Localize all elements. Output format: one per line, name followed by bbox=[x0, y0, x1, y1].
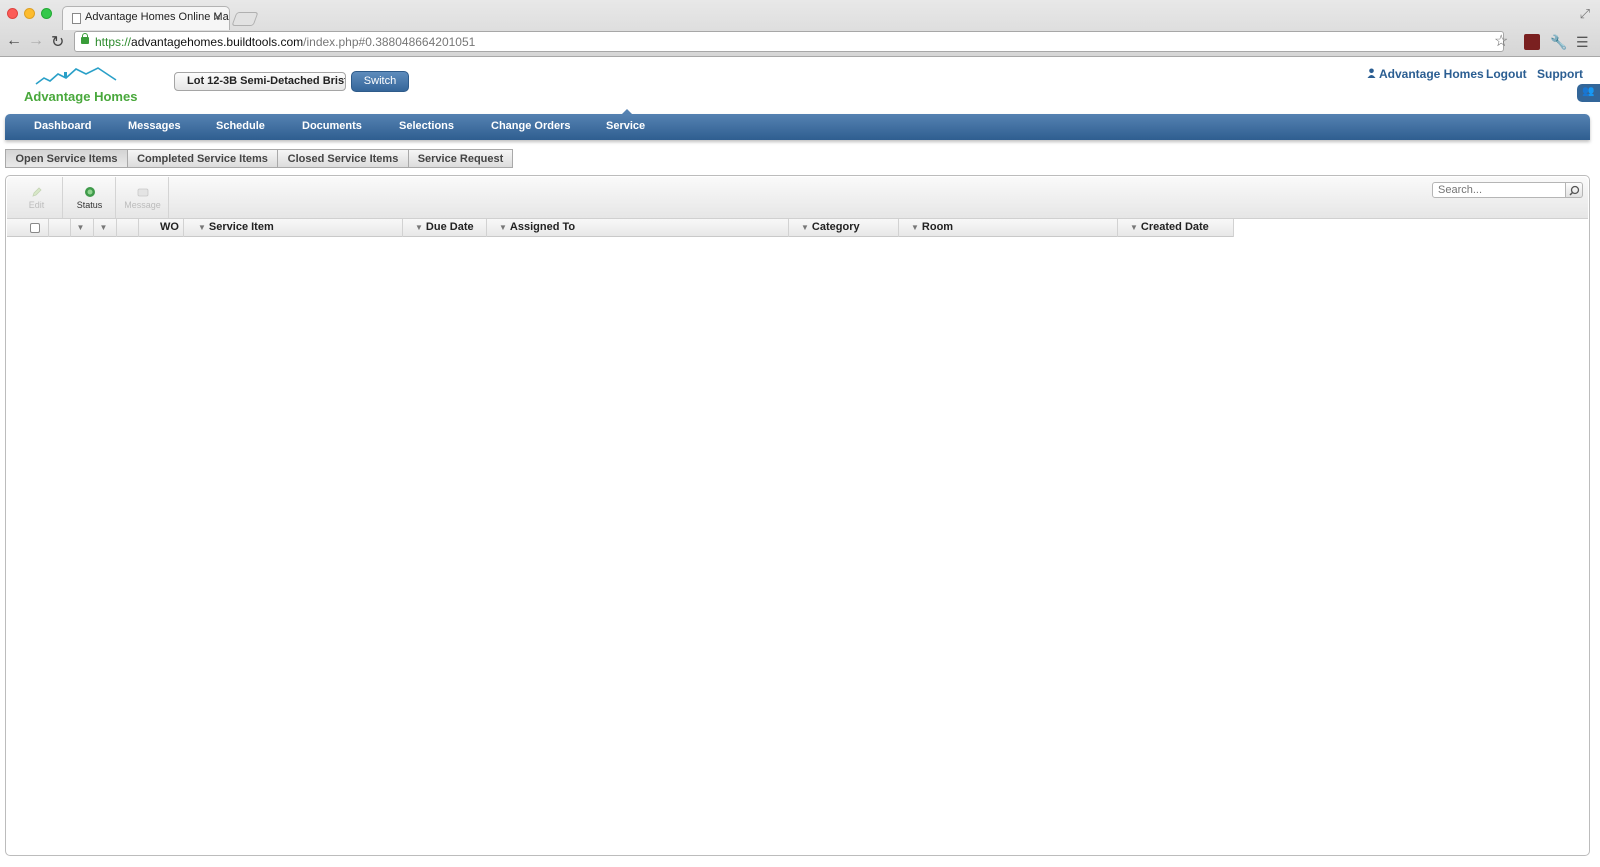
sort-column-1[interactable]: ▼ bbox=[71, 219, 94, 237]
message-button[interactable]: Message bbox=[117, 177, 169, 218]
logo-text: Advantage Homes bbox=[24, 89, 138, 104]
column-due-date[interactable]: ▼ Due Date bbox=[403, 219, 487, 237]
edit-button[interactable]: Edit bbox=[11, 177, 63, 218]
tab-title: Advantage Homes Online Ma bbox=[85, 11, 229, 23]
contacts-side-button[interactable]: 👥 bbox=[1577, 84, 1600, 102]
reload-button[interactable]: ↻ bbox=[51, 32, 64, 52]
wrench-icon[interactable]: 🔧 bbox=[1550, 34, 1567, 50]
column-created-date[interactable]: ▼ Created Date bbox=[1118, 219, 1234, 237]
sort-column-2[interactable]: ▼ bbox=[94, 219, 117, 237]
grid-header: ▼ ▼ WO ▼ Service Item ▼ Due Date ▼ Assigned… bbox=[7, 219, 1234, 237]
fullscreen-icon[interactable]: ⤢ bbox=[1580, 6, 1590, 22]
user-name-link[interactable]: Advantage Homes bbox=[1379, 67, 1484, 81]
status-button[interactable]: Status bbox=[64, 177, 116, 218]
bookmark-star-icon[interactable]: ☆ bbox=[1494, 31, 1508, 51]
blank-column bbox=[117, 219, 139, 237]
sort-icon: ▼ bbox=[99, 223, 108, 232]
extension-icon[interactable] bbox=[1524, 34, 1540, 50]
tab-open-service-items[interactable]: Open Service Items bbox=[5, 149, 128, 168]
url-protocol: https:// bbox=[95, 35, 132, 49]
back-button[interactable]: ← bbox=[6, 32, 22, 50]
column-created-date-label: Created Date bbox=[1140, 221, 1209, 233]
address-bar[interactable]: https://advantagehomes.buildtools.com/in… bbox=[74, 31, 1504, 52]
select-all-checkbox[interactable] bbox=[30, 223, 40, 233]
nav-selections[interactable]: Selections bbox=[399, 120, 454, 132]
sort-icon: ▼ bbox=[801, 223, 809, 232]
column-service-item[interactable]: ▼ Service Item bbox=[184, 219, 403, 237]
column-room-label: Room bbox=[921, 221, 954, 233]
lot-selector[interactable]: Lot 12-3B Semi-Detached Bristol bbox=[174, 72, 346, 91]
pencil-icon bbox=[31, 187, 42, 197]
tab-completed-service-items[interactable]: Completed Service Items bbox=[127, 149, 278, 168]
message-label: Message bbox=[124, 200, 161, 210]
column-wo[interactable]: WO bbox=[139, 219, 184, 237]
grid-toolbar: Edit Status Message bbox=[7, 177, 1588, 219]
sort-icon: ▼ bbox=[198, 223, 206, 232]
column-due-date-label: Due Date bbox=[425, 221, 474, 233]
logout-link[interactable]: Logout bbox=[1486, 67, 1527, 81]
browser-chrome: Advantage Homes Online Ma × ⤢ ← → ↻ http… bbox=[0, 0, 1600, 57]
main-nav: Dashboard Messages Schedule Documents Se… bbox=[5, 114, 1590, 140]
contacts-icon: 👥 bbox=[1582, 86, 1595, 97]
sort-icon: ▼ bbox=[76, 223, 85, 232]
column-service-item-label: Service Item bbox=[208, 221, 274, 233]
select-all-column bbox=[7, 219, 49, 237]
column-category[interactable]: ▼ Category bbox=[789, 219, 899, 237]
sort-icon: ▼ bbox=[911, 223, 919, 232]
column-category-label: Category bbox=[811, 221, 860, 233]
service-items-grid-panel: Edit Status Message ▼ ▼ bbox=[5, 175, 1590, 856]
nav-schedule[interactable]: Schedule bbox=[216, 120, 265, 132]
tab-closed-service-items[interactable]: Closed Service Items bbox=[277, 149, 409, 168]
url-path: /index.php#0.388048664201051 bbox=[303, 35, 476, 49]
sort-icon: ▼ bbox=[415, 223, 423, 232]
close-tab-icon[interactable]: × bbox=[214, 10, 221, 24]
forward-button[interactable]: → bbox=[28, 32, 44, 50]
user-icon bbox=[1367, 68, 1376, 78]
zoom-window-button[interactable] bbox=[41, 8, 52, 19]
status-icon bbox=[84, 187, 95, 197]
sort-icon: ▼ bbox=[499, 223, 507, 232]
column-assigned-to-label: Assigned To bbox=[509, 221, 576, 233]
nav-service[interactable]: Service bbox=[606, 120, 645, 132]
column-room[interactable]: ▼ Room bbox=[899, 219, 1118, 237]
minimize-window-button[interactable] bbox=[24, 8, 35, 19]
message-icon bbox=[137, 188, 148, 197]
search-input[interactable] bbox=[1432, 182, 1566, 198]
edit-label: Edit bbox=[28, 200, 45, 210]
nav-documents[interactable]: Documents bbox=[302, 120, 362, 132]
support-link[interactable]: Support bbox=[1537, 67, 1583, 81]
column-assigned-to[interactable]: ▼ Assigned To bbox=[487, 219, 789, 237]
nav-messages[interactable]: Messages bbox=[128, 120, 181, 132]
sort-icon: ▼ bbox=[1130, 223, 1138, 232]
menu-icon[interactable]: ☰ bbox=[1576, 34, 1592, 50]
search-button[interactable] bbox=[1566, 182, 1583, 198]
document-icon bbox=[72, 13, 81, 24]
url-host: advantagehomes.buildtools.com bbox=[131, 35, 304, 49]
switch-button[interactable]: Switch bbox=[351, 71, 409, 92]
new-tab-button[interactable] bbox=[231, 12, 259, 26]
tab-service-request[interactable]: Service Request bbox=[408, 149, 513, 168]
search-icon bbox=[1569, 185, 1580, 196]
lock-icon bbox=[81, 33, 89, 44]
blank-column bbox=[49, 219, 71, 237]
nav-change-orders[interactable]: Change Orders bbox=[491, 120, 570, 132]
nav-dashboard[interactable]: Dashboard bbox=[34, 120, 91, 132]
browser-tab[interactable]: Advantage Homes Online Ma × bbox=[62, 6, 230, 30]
status-label: Status bbox=[76, 200, 103, 210]
close-window-button[interactable] bbox=[7, 8, 18, 19]
